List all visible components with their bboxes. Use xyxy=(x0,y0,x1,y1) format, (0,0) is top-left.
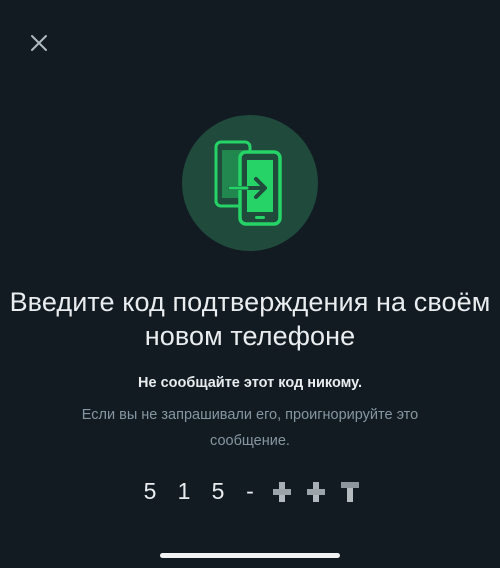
code-digit: 5 xyxy=(143,478,157,504)
code-digit: 5 xyxy=(211,478,225,504)
code-digit: 1 xyxy=(177,478,191,504)
verification-screen: Введите код подтверждения на своём новом… xyxy=(0,0,500,568)
close-icon xyxy=(31,35,47,51)
hero-illustration xyxy=(182,115,318,251)
page-title: Введите код подтверждения на своём новом… xyxy=(9,287,491,351)
masked-digit xyxy=(265,481,299,502)
code-separator: - xyxy=(246,478,254,504)
close-button[interactable] xyxy=(24,28,54,58)
masked-digit xyxy=(333,481,367,502)
hint-text: Если вы не запрашивали его, проигнорируй… xyxy=(81,407,419,449)
verification-code: 5 1 5 - xyxy=(0,478,500,505)
phone-transfer-icon xyxy=(214,140,282,226)
warning-text: Не сообщайте этот код никому. xyxy=(138,375,362,391)
home-indicator[interactable] xyxy=(160,553,340,558)
masked-digit xyxy=(299,481,333,502)
